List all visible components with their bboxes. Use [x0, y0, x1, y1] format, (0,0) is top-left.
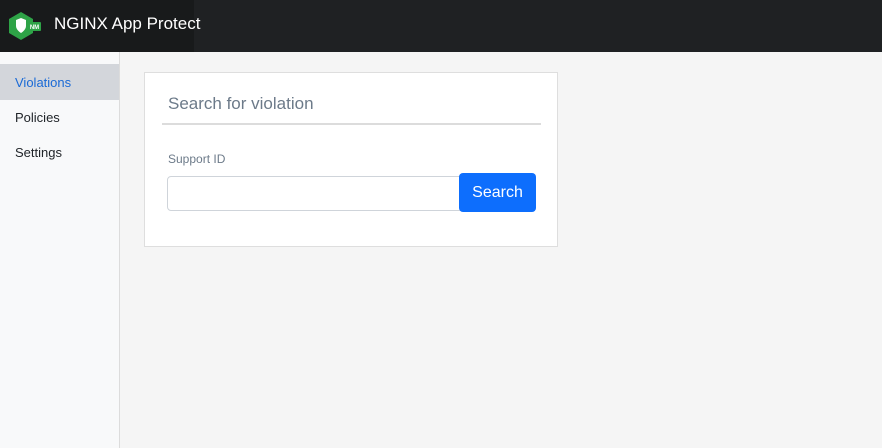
card-divider — [162, 123, 541, 125]
sidebar-item-violations[interactable]: Violations — [0, 64, 119, 100]
card-title: Search for violation — [168, 94, 314, 113]
sidebar-item-policies[interactable]: Policies — [0, 99, 119, 135]
logo-text: NM — [30, 25, 39, 31]
app-title: NGINX App Protect — [54, 14, 201, 33]
search-button[interactable]: Search — [459, 173, 536, 212]
support-id-label: Support ID — [168, 152, 226, 166]
top-bar: NM NGINX App Protect — [0, 0, 882, 52]
search-violation-card: Search for violation Support ID Search — [144, 72, 558, 247]
brand[interactable]: NM NGINX App Protect — [0, 0, 200, 52]
support-id-input[interactable] — [167, 176, 461, 211]
sidebar-item-settings[interactable]: Settings — [0, 134, 119, 170]
nginx-app-protect-shield-icon: NM — [9, 12, 41, 40]
sidebar: Violations Policies Settings — [0, 52, 120, 448]
